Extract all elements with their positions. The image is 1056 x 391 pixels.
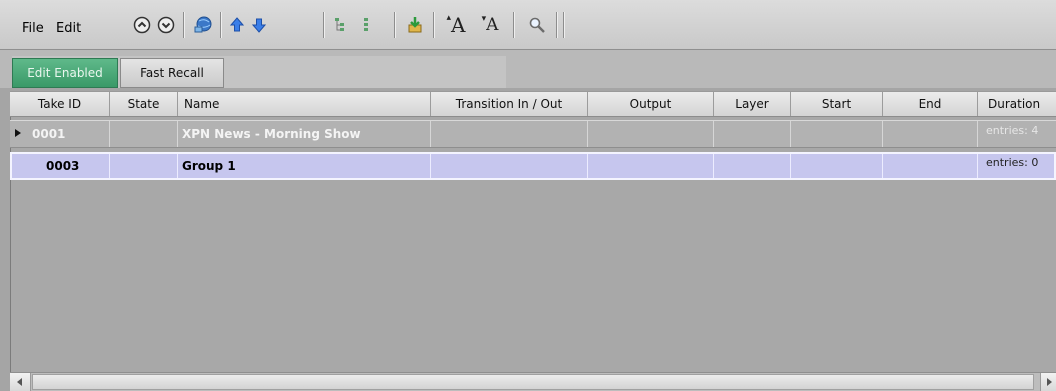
tree-expand-icon[interactable] xyxy=(329,14,351,36)
table-row[interactable]: 0001 XPN News - Morning Show entries: 4 xyxy=(10,120,1056,148)
column-duration[interactable]: Duration xyxy=(978,92,1056,116)
name-cell: XPN News - Morning Show xyxy=(178,121,431,147)
column-output[interactable]: Output xyxy=(588,92,714,116)
edit-enabled-button[interactable]: Edit Enabled xyxy=(12,58,118,88)
duration-cell: entries: 0 xyxy=(986,156,1039,169)
tree-collapse-icon[interactable] xyxy=(355,14,377,36)
expand-arrow-icon[interactable] xyxy=(14,127,28,141)
start-cell xyxy=(791,121,883,147)
menu-edit[interactable]: Edit xyxy=(56,21,81,36)
font-increase-icon[interactable]: ▴ A xyxy=(443,13,469,37)
output-cell xyxy=(588,154,714,178)
take-id: 0003 xyxy=(46,159,80,173)
start-cell xyxy=(791,154,883,178)
fast-recall-button[interactable]: Fast Recall xyxy=(120,58,224,88)
scroll-left-icon[interactable] xyxy=(10,373,31,391)
column-state[interactable]: State xyxy=(110,92,178,116)
end-cell xyxy=(883,154,978,178)
column-end[interactable]: End xyxy=(883,92,978,116)
column-transition[interactable]: Transition In / Out xyxy=(431,92,588,116)
column-layer[interactable]: Layer xyxy=(714,92,791,116)
column-start[interactable]: Start xyxy=(791,92,883,116)
globe-icon[interactable] xyxy=(192,14,214,36)
scroll-right-icon[interactable] xyxy=(1040,373,1056,391)
layer-cell xyxy=(714,121,791,147)
column-name[interactable]: Name xyxy=(178,92,431,116)
font-decrease-icon[interactable]: ▾ A xyxy=(477,14,503,36)
output-cell xyxy=(588,121,714,147)
import-icon[interactable] xyxy=(404,14,426,36)
layer-cell xyxy=(714,154,791,178)
arrow-down-icon[interactable] xyxy=(248,14,270,36)
scrollbar-thumb[interactable] xyxy=(32,374,1034,390)
name-cell: Group 1 xyxy=(178,154,431,178)
take-id: 0001 xyxy=(32,127,66,141)
state-cell xyxy=(110,121,178,147)
table-row-selected[interactable]: 0003 Group 1 entries: 0 xyxy=(10,152,1056,180)
circle-up-icon[interactable] xyxy=(131,14,153,36)
column-take-id[interactable]: Take ID xyxy=(10,92,110,116)
circle-down-icon[interactable] xyxy=(155,14,177,36)
menu-file[interactable]: File xyxy=(22,21,44,36)
search-icon[interactable] xyxy=(526,14,548,36)
duration-cell: entries: 4 xyxy=(986,124,1039,137)
arrow-up-icon[interactable] xyxy=(226,14,248,36)
transition-cell xyxy=(431,154,588,178)
end-cell xyxy=(883,121,978,147)
grid-header: Take ID State Name Transition In / Out O… xyxy=(10,91,1056,117)
toolbar: File Edit ▴ A ▾ A xyxy=(0,0,1056,50)
horizontal-scrollbar[interactable] xyxy=(10,372,1056,391)
state-cell xyxy=(110,154,178,178)
transition-cell xyxy=(431,121,588,147)
